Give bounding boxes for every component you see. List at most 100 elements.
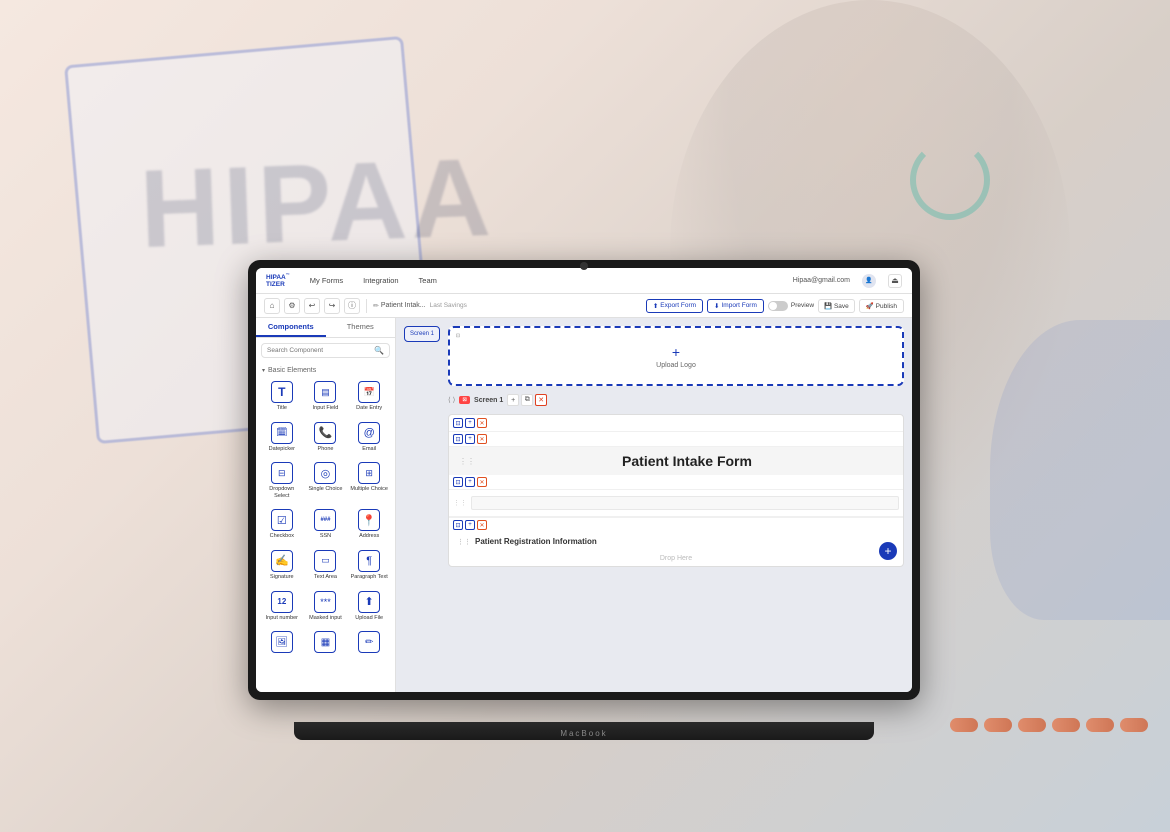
toggle-switch[interactable]	[768, 301, 788, 311]
add-element-btn[interactable]: +	[879, 542, 897, 560]
screen-badge: ⊠	[459, 396, 470, 404]
multiple-choice-label: Multiple Choice	[350, 486, 388, 493]
toolbar-redo-btn[interactable]: ↪	[324, 298, 340, 314]
input-ctrl-add[interactable]: +	[465, 477, 475, 487]
toolbar-undo-btn[interactable]: ↩	[304, 298, 320, 314]
logo-upload-btn[interactable]: + Upload Logo	[656, 344, 696, 369]
email-label: Email	[362, 446, 376, 453]
pill-1	[950, 718, 978, 732]
paragraph-icon: ¶	[358, 550, 380, 572]
sub-ctrl-add[interactable]: +	[465, 520, 475, 530]
component-icon3[interactable]: ✏	[347, 626, 391, 660]
component-masked-input[interactable]: *** Masked input	[304, 586, 348, 627]
top-nav: HIPAA™ TIZER My Forms Integration Team H…	[256, 268, 912, 294]
laptop: HIPAA™ TIZER My Forms Integration Team H…	[248, 260, 920, 740]
save-btn[interactable]: 💾 Save	[818, 299, 855, 313]
pill-5	[1086, 718, 1114, 732]
multiple-choice-icon: ⊞	[358, 462, 380, 484]
textarea-icon: ▭	[314, 550, 336, 572]
nav-avatar[interactable]: 👤	[862, 274, 876, 288]
laptop-screen: HIPAA™ TIZER My Forms Integration Team H…	[256, 268, 912, 692]
date-entry-icon: 📅	[358, 381, 380, 403]
input-ctrl-del[interactable]: ✕	[477, 477, 487, 487]
toolbar-filename: ✏ Patient Intak...	[373, 302, 426, 310]
nav-my-forms[interactable]: My Forms	[306, 274, 347, 287]
subsection-drag-handle: ⋮⋮	[457, 538, 471, 546]
component-textarea[interactable]: ▭ Text Area	[304, 545, 348, 586]
toolbar-home-btn[interactable]: ⌂	[264, 298, 280, 314]
sub-ctrl-z[interactable]: ⊡	[453, 520, 463, 530]
drop-here-zone[interactable]: Drop Here	[449, 551, 903, 566]
pill-2	[984, 718, 1012, 732]
title-ctrl-z[interactable]: ⊡	[453, 434, 463, 444]
input-number-icon: 12	[271, 591, 293, 613]
form-ctrl-add[interactable]: +	[465, 418, 475, 428]
sidebar-tabs: Components Themes	[256, 318, 395, 338]
logo-ctrl-1: ⊡	[454, 332, 462, 340]
laptop-notch	[580, 262, 588, 270]
subsection-controls: ⊡ + ✕	[449, 517, 903, 532]
component-ssn[interactable]: ### SSN	[304, 504, 348, 545]
signature-label: Signature	[270, 574, 294, 581]
component-phone[interactable]: 📞 Phone	[304, 417, 348, 458]
masked-input-label: Masked input	[309, 615, 342, 622]
component-input-number[interactable]: 12 Input number	[260, 586, 304, 627]
search-input[interactable]	[267, 347, 370, 354]
component-date-entry[interactable]: 📅 Date Entry	[347, 376, 391, 417]
component-icon2[interactable]: ▦	[304, 626, 348, 660]
component-title[interactable]: T Title	[260, 376, 304, 417]
edit-icon: ✏	[373, 302, 379, 310]
component-icon1[interactable]: 🖼	[260, 626, 304, 660]
datepicker-label: Datepicker	[269, 446, 295, 453]
icon2-icon: ▦	[314, 631, 336, 653]
component-address[interactable]: 📍 Address	[347, 504, 391, 545]
form-ctrl-z1[interactable]: ⊡	[453, 418, 463, 428]
component-paragraph[interactable]: ¶ Paragraph Text	[347, 545, 391, 586]
input-ctrl-z[interactable]: ⊡	[453, 477, 463, 487]
component-single-choice[interactable]: ◎ Single Choice	[304, 457, 348, 504]
dropdown-label: Dropdown Select	[262, 486, 302, 499]
publish-btn[interactable]: 🚀 Publish	[859, 299, 904, 313]
title-ctrl-add[interactable]: +	[465, 434, 475, 444]
component-multiple-choice[interactable]: ⊞ Multiple Choice	[347, 457, 391, 504]
nav-integration[interactable]: Integration	[359, 274, 402, 287]
component-datepicker[interactable]: 🗓 Datepicker	[260, 417, 304, 458]
screen-section-header: ⟨ ⟩ ⊠ Screen 1 + ⧉ ✕	[448, 392, 904, 408]
save-icon: 💾	[824, 303, 834, 310]
sub-ctrl-del[interactable]: ✕	[477, 520, 487, 530]
title-ctrl-del[interactable]: ✕	[477, 434, 487, 444]
screen-tab-1[interactable]: Screen 1	[404, 326, 440, 342]
icon3-icon: ✏	[358, 631, 380, 653]
logo-upload-controls: ⊡	[454, 332, 462, 340]
preview-toggle[interactable]: Preview	[768, 301, 814, 311]
component-checkbox[interactable]: ☑ Checkbox	[260, 504, 304, 545]
screen-ctrl-copy[interactable]: ⧉	[521, 394, 533, 406]
tab-themes[interactable]: Themes	[326, 318, 396, 337]
toolbar: ⌂ ⚙ ↩ ↪ ⓘ ✏ Patient Intak... Last Saving…	[256, 294, 912, 318]
nav-logout-btn[interactable]: ⏏	[888, 274, 902, 288]
export-btn[interactable]: ⬆ Export Form	[646, 299, 703, 313]
toolbar-settings-btn[interactable]: ⚙	[284, 298, 300, 314]
form-section-controls: ⊡ + ✕	[449, 415, 903, 432]
upload-file-label: Upload File	[355, 615, 383, 622]
upload-plus-icon: +	[672, 344, 680, 360]
form-ctrl-del[interactable]: ✕	[477, 418, 487, 428]
nav-team[interactable]: Team	[415, 274, 441, 287]
screen-ctrl-delete[interactable]: ✕	[535, 394, 547, 406]
screen-ctrl-add[interactable]: +	[507, 394, 519, 406]
component-upload-file[interactable]: ⬆ Upload File	[347, 586, 391, 627]
component-signature[interactable]: ✍ Signature	[260, 545, 304, 586]
form-container: ⊡ + ✕ ⊡ + ✕	[448, 414, 904, 567]
component-dropdown[interactable]: ⊟ Dropdown Select	[260, 457, 304, 504]
tab-components[interactable]: Components	[256, 318, 326, 337]
textarea-label: Text Area	[314, 574, 337, 581]
import-btn[interactable]: ⬇ Import Form	[707, 299, 764, 313]
logo-upload-zone[interactable]: ⊡ + Upload Logo	[448, 326, 904, 386]
sidebar-search[interactable]: 🔍	[261, 343, 390, 358]
toolbar-info-btn[interactable]: ⓘ	[344, 298, 360, 314]
component-email[interactable]: @ Email	[347, 417, 391, 458]
toolbar-divider-1	[366, 299, 367, 313]
component-input-field[interactable]: ▤ Input Field	[304, 376, 348, 417]
import-icon: ⬇	[714, 302, 719, 310]
form-input-bar[interactable]	[471, 496, 899, 510]
